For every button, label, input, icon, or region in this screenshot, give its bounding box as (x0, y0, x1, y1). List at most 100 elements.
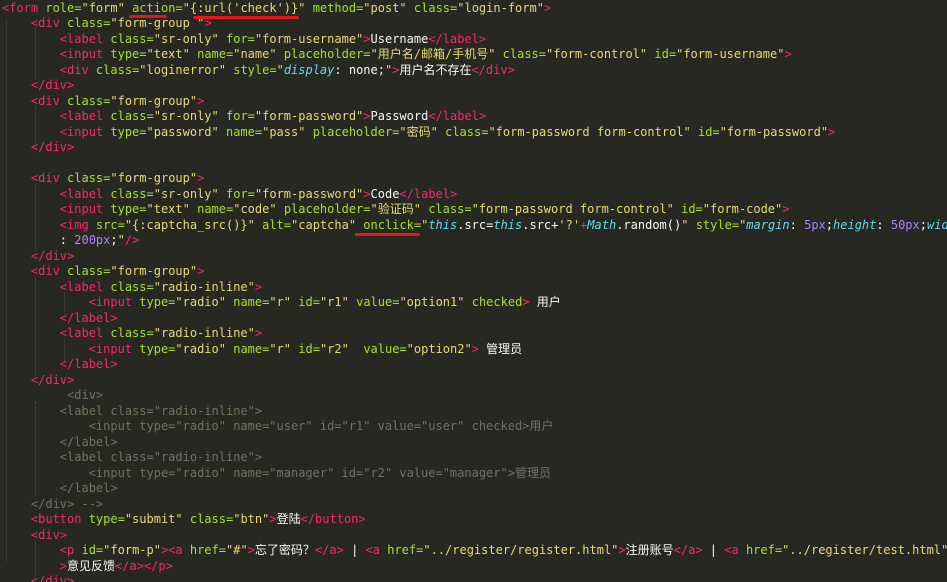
code-token: "name" (233, 47, 277, 61)
red-underline-action (129, 15, 167, 18)
code-token: <label (59, 109, 111, 123)
code-token: /> (124, 233, 140, 247)
code-token: <label (59, 186, 111, 201)
code-line: <input type="text" name="name" placehold… (2, 47, 792, 63)
code-token: "r" (269, 341, 292, 356)
code-token: ><a (160, 543, 190, 557)
code-token: placeholder= (283, 47, 371, 61)
code-editor[interactable]: <form role="form" action="{:url('check')… (0, 0, 947, 582)
code-token: > (59, 558, 68, 573)
code-token: href= (387, 543, 424, 557)
code-token: > (543, 0, 552, 15)
code-token: for= (226, 186, 255, 201)
code-token: "form-username" (254, 31, 364, 46)
code-line: >意见反馈</a></p> (2, 559, 173, 575)
code-token: "pass" (262, 124, 306, 139)
code-token: "form-group" (110, 171, 198, 185)
code-token: class= (67, 171, 111, 185)
code-token: "form-code" (702, 202, 783, 216)
code-token: href= (745, 543, 783, 557)
code-token: </a> (314, 543, 344, 557)
code-token: </div> (30, 78, 75, 92)
code-token: src= (95, 217, 125, 232)
code-token: "form-password" (254, 186, 364, 201)
code-token: <div (30, 264, 68, 278)
code-token: "form-p" (103, 543, 161, 557)
code-token: class= (67, 16, 111, 30)
code-token: for= (226, 109, 255, 123)
code-line: <div class="form-group"> (2, 264, 204, 280)
code-token: "form-username" (676, 47, 785, 61)
code-line: <input type="text" name="code" placehold… (2, 202, 790, 218)
code-line: <label class="radio-inline"> (2, 326, 262, 342)
code-token: </div> (30, 372, 75, 387)
code-token: action= (132, 0, 183, 15)
code-token: "{:url('check')}" (182, 0, 306, 15)
code-token: role= (45, 0, 82, 15)
code-token: > (197, 93, 205, 108)
code-token: "form-password form-control" (488, 124, 691, 139)
code-token: "option2" (406, 341, 472, 356)
code-line: : 200px;"/> (2, 233, 140, 249)
code-token: 用户 (529, 295, 561, 309)
code-token: name= (197, 202, 234, 216)
code-token: onclick= (363, 217, 422, 232)
code-line: <div class="form-group"> (2, 94, 204, 110)
code-token: : none; (334, 62, 385, 77)
code-token: class= (502, 47, 547, 61)
code-token: "login-form" (457, 0, 544, 15)
red-underline-onclick (355, 233, 420, 236)
code-token: "radio-inline" (153, 326, 255, 340)
code-token: checked (471, 295, 523, 309)
code-token: Username (370, 31, 429, 46)
code-token: "option1" (399, 295, 465, 309)
code-token: </label> (399, 186, 458, 201)
code-token: "code" (233, 202, 277, 216)
code-token: <button (30, 512, 89, 526)
code-token: "form-group" (110, 264, 198, 278)
code-line: </div> (2, 78, 74, 94)
code-token: : (789, 217, 805, 232)
code-token: ; (110, 233, 118, 247)
code-token: > (828, 124, 836, 139)
code-token: "../register/register.html" (423, 543, 619, 557)
code-line: </div> (2, 249, 74, 265)
code-token: ; (825, 217, 834, 232)
code-token: type= (110, 47, 147, 61)
code-token: </button> (300, 512, 366, 526)
code-token: class= (445, 124, 489, 139)
code-token: class= (110, 31, 154, 46)
code-line: <div> (2, 528, 67, 544)
code-token: </div> (30, 574, 75, 582)
code-token: > (618, 543, 626, 557)
code-token: > (197, 171, 205, 185)
code-token: Password (370, 109, 429, 123)
code-line: <p id="form-p"><a href="#">忘了密码？</a> | <… (2, 543, 947, 559)
code-line: <div class="loginerror" style="display: … (2, 63, 515, 79)
code-token: "form-password" (254, 109, 364, 123)
code-token: class= (110, 326, 154, 340)
code-token: alt= (262, 217, 292, 232)
code-token: 忘了密码？ (254, 543, 315, 557)
code-line: <label class="sr-only" for="form-usernam… (2, 32, 486, 48)
code-token: > (363, 31, 371, 46)
code-token: .src= (457, 217, 494, 232)
code-line: <input type="password" name="pass" place… (2, 125, 835, 141)
